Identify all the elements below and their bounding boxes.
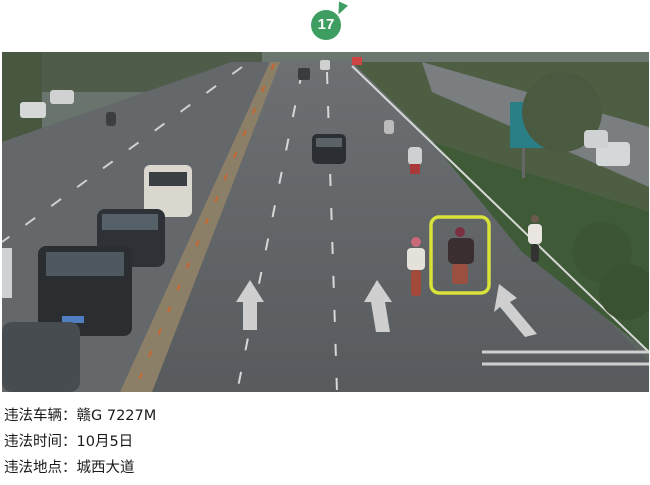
page-number-badge: 17 xyxy=(311,10,341,40)
grey-car xyxy=(2,322,80,392)
violation-location-line: 违法地点：城西大道 xyxy=(4,455,156,481)
vehicle-value: 赣G 7227M xyxy=(76,408,157,424)
location-value: 城西大道 xyxy=(76,460,135,476)
violation-time-line: 违法时间：10月5日 xyxy=(4,429,156,455)
vehicle-label: 违法车辆： xyxy=(4,408,77,424)
road-scene xyxy=(2,52,649,392)
violation-vehicle-line: 违法车辆：赣G 7227M xyxy=(4,403,156,429)
traffic-camera-photo xyxy=(2,52,649,392)
time-label: 违法时间： xyxy=(4,434,77,450)
location-label: 违法地点： xyxy=(4,460,77,476)
time-value: 10月5日 xyxy=(76,434,134,450)
rider-4 xyxy=(408,147,422,174)
suv-license-plate xyxy=(62,316,84,323)
violation-details: 违法车辆：赣G 7227M 违法时间：10月5日 违法地点：城西大道 xyxy=(4,403,156,481)
